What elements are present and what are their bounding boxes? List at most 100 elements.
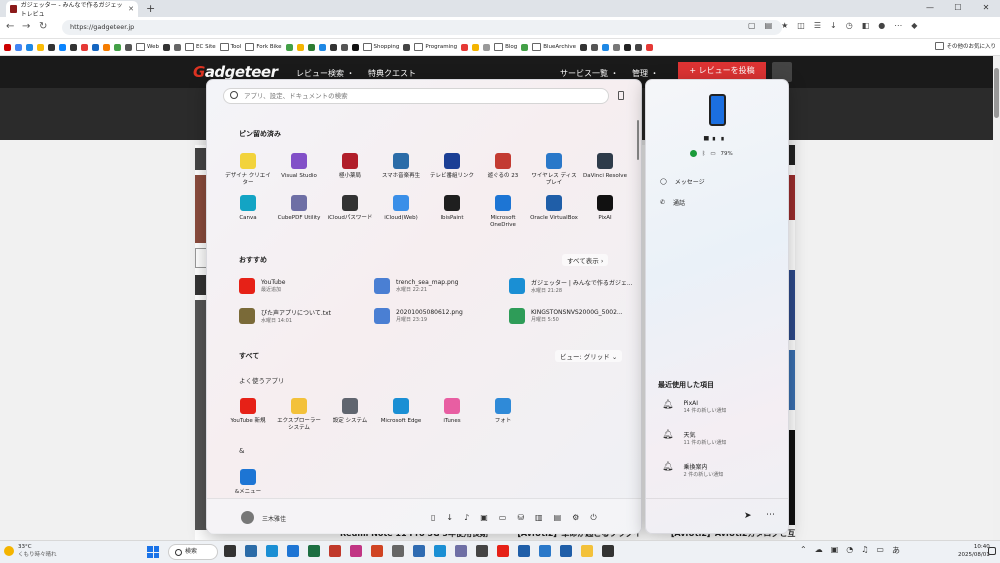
url-input[interactable]: https://gadgeteer.jp bbox=[62, 20, 782, 35]
phone-icon[interactable] bbox=[709, 94, 726, 126]
network-icon[interactable]: ⛁ bbox=[517, 513, 524, 523]
bookmark-icon[interactable] bbox=[15, 43, 22, 51]
forward-icon[interactable]: → bbox=[22, 21, 30, 32]
reload-icon[interactable]: ↻ bbox=[39, 21, 47, 32]
history-icon[interactable]: ◷ bbox=[846, 21, 853, 30]
back-icon[interactable]: ← bbox=[6, 21, 14, 32]
bookmark-icon[interactable] bbox=[472, 43, 480, 51]
taskbar-app-icon[interactable] bbox=[539, 545, 551, 557]
pinned-app[interactable]: CubePDF Utility bbox=[274, 195, 324, 237]
taskbar-app-icon[interactable] bbox=[266, 545, 278, 557]
screenshot-icon[interactable]: ▢ bbox=[748, 21, 756, 30]
bookmark-icon[interactable] bbox=[70, 43, 77, 51]
bookmark-icon[interactable] bbox=[4, 43, 11, 51]
taskbar-search[interactable]: 検索 bbox=[168, 544, 218, 560]
download-icon[interactable]: ↓ bbox=[446, 513, 453, 523]
profile-icon[interactable]: ● bbox=[878, 21, 885, 30]
pinned-app[interactable]: iCloudパスワード bbox=[325, 195, 375, 237]
bookmark-icon[interactable] bbox=[285, 43, 293, 51]
close-tab-icon[interactable]: ✕ bbox=[128, 5, 134, 13]
frequent-app[interactable]: 設定 システム bbox=[325, 398, 375, 440]
pinned-app[interactable]: Oracle VirtualBox bbox=[529, 195, 579, 237]
bookmark-icon[interactable] bbox=[351, 43, 359, 51]
taskbar-app-icon[interactable] bbox=[581, 545, 593, 557]
taskbar-app-icon[interactable] bbox=[497, 545, 509, 557]
menu-icon[interactable]: ⋯ bbox=[894, 21, 902, 30]
send-icon[interactable]: ➤ bbox=[744, 511, 752, 521]
nav-admin[interactable]: 管理 ・ bbox=[632, 68, 659, 79]
bookmark-folder-fork-bike[interactable]: Fork Bike bbox=[245, 43, 281, 51]
bookmark-icon[interactable] bbox=[163, 43, 170, 51]
bookmark-icon[interactable] bbox=[635, 43, 643, 51]
pinned-app[interactable]: ワイヤレス ディスプレイ bbox=[529, 153, 579, 195]
pinned-app[interactable]: Visual Studio bbox=[274, 153, 324, 195]
call-action[interactable]: ✆ 通話 bbox=[660, 198, 685, 207]
clock[interactable]: 10:40 2025/08/01 bbox=[958, 543, 990, 559]
bookmark-icon[interactable] bbox=[646, 43, 654, 51]
recommended-item[interactable]: ぴた声アプリについて.txt 水曜日 14:01 bbox=[239, 308, 331, 324]
taskbar-app-icon[interactable] bbox=[245, 545, 257, 557]
nav-services[interactable]: サービス一覧 ・ bbox=[560, 68, 619, 79]
taskbar-app-icon[interactable] bbox=[434, 545, 446, 557]
taskbar-app-icon[interactable] bbox=[560, 545, 572, 557]
recommended-item[interactable]: KINGSTONSNVS2000G_5002... 月曜日 5:50 bbox=[509, 308, 623, 324]
nav-quest[interactable]: 特典クエスト bbox=[368, 68, 416, 79]
bookmark-icon[interactable] bbox=[521, 43, 529, 51]
messages-action[interactable]: ◯ メッセージ bbox=[660, 177, 705, 186]
bookmark-icon[interactable] bbox=[174, 43, 181, 51]
notification-icon[interactable] bbox=[988, 547, 996, 555]
bookmark-icon[interactable] bbox=[92, 43, 99, 51]
taskbar-app-icon[interactable] bbox=[455, 545, 467, 557]
videos-icon[interactable]: ▭ bbox=[499, 513, 507, 523]
new-tab-button[interactable]: + bbox=[146, 2, 155, 15]
pinned-app[interactable]: スマホ音楽再生 bbox=[376, 153, 426, 195]
nav-review-search[interactable]: レビュー検索 ・ bbox=[296, 68, 355, 79]
battery-icon[interactable]: ▭ bbox=[876, 545, 884, 556]
taskbar-app-icon[interactable] bbox=[350, 545, 362, 557]
bookmark-icon[interactable] bbox=[329, 43, 337, 51]
taskbar-app-icon[interactable] bbox=[287, 545, 299, 557]
taskbar-app-icon[interactable] bbox=[371, 545, 383, 557]
frequent-app[interactable]: フォト bbox=[478, 398, 528, 440]
show-all-button[interactable]: すべて表示 › bbox=[562, 254, 609, 266]
pinned-app[interactable]: PixAI bbox=[580, 195, 630, 237]
weather-widget[interactable]: 33°C くもり時々晴れ bbox=[4, 544, 57, 558]
bookmark-folder-ec-site[interactable]: EC Site bbox=[185, 43, 216, 51]
taskbar-app-icon[interactable] bbox=[518, 545, 530, 557]
bookmark-icon[interactable] bbox=[296, 43, 304, 51]
bookmark-folder-tool[interactable]: Tool bbox=[220, 43, 242, 51]
bookmark-icon[interactable] bbox=[81, 43, 88, 51]
input-method-icon[interactable]: あ bbox=[892, 545, 900, 556]
more-icon[interactable]: ⋯ bbox=[766, 510, 775, 520]
bookmark-icon[interactable] bbox=[48, 43, 55, 51]
notification-item[interactable]: 🔔︎ 天気 11 件の新しい通知 bbox=[662, 430, 726, 446]
collections-icon[interactable]: ☰ bbox=[814, 21, 821, 30]
taskbar-app-icon[interactable] bbox=[602, 545, 614, 557]
taskbar-app-icon[interactable] bbox=[476, 545, 488, 557]
pinned-app[interactable]: Microsoft OneDrive bbox=[478, 195, 528, 237]
bookmark-folder-bluearchive[interactable]: BlueArchive bbox=[532, 43, 576, 51]
browser-tab[interactable]: ガジェッター - みんなで作るガジェットレビュ ✕ bbox=[6, 1, 138, 18]
bookmark-icon[interactable] bbox=[602, 43, 610, 51]
reader-icon[interactable]: ▤ bbox=[765, 21, 773, 30]
avatar[interactable] bbox=[241, 511, 254, 524]
frequent-app[interactable]: iTunes bbox=[427, 398, 477, 440]
bookmark-icon[interactable] bbox=[59, 43, 66, 51]
user-name[interactable]: 三木雅佳 bbox=[262, 514, 286, 523]
frequent-app[interactable]: エクスプローラー システム bbox=[274, 398, 324, 440]
taskbar-app-icon[interactable] bbox=[308, 545, 320, 557]
taskbar-app-icon[interactable] bbox=[224, 545, 236, 557]
pinned-app[interactable]: iCloud(Web) bbox=[376, 195, 426, 237]
bookmark-folder-shopping[interactable]: Shopping bbox=[363, 43, 400, 51]
bookmark-icon[interactable] bbox=[125, 43, 132, 51]
bookmark-icon[interactable] bbox=[461, 43, 469, 51]
download-icon[interactable]: ↓ bbox=[830, 21, 837, 30]
personal-folder-icon[interactable]: ▥ bbox=[535, 513, 543, 523]
recommended-item[interactable]: ガジェッター | みんなで作るガジェ... 水曜日 21:28 bbox=[509, 278, 633, 294]
music-icon[interactable]: ♪ bbox=[464, 513, 469, 523]
pinned-app[interactable]: デザイナ クリエイター bbox=[223, 153, 273, 195]
bookmark-folder-web[interactable]: Web bbox=[136, 43, 159, 51]
minimize-icon[interactable]: — bbox=[916, 0, 944, 15]
explorer-icon[interactable]: ▤ bbox=[554, 513, 562, 523]
start-search-input[interactable]: アプリ、設定、ドキュメントの検索 bbox=[223, 88, 609, 104]
